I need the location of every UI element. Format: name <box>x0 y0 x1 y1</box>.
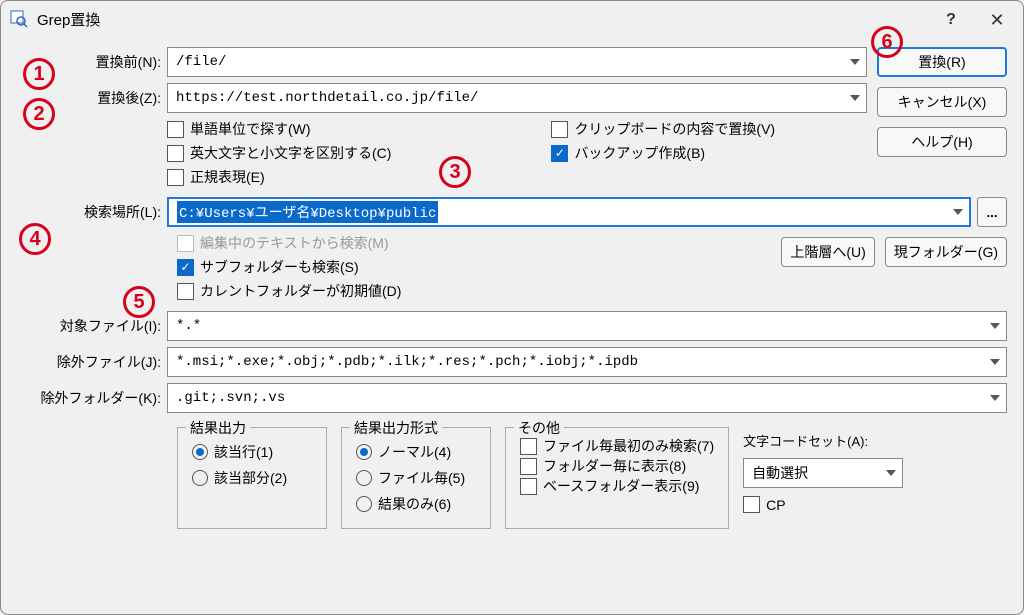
annotation-3: 3 <box>439 156 471 188</box>
label-target-file: 対象ファイル(I): <box>17 316 167 336</box>
legend-format: 結果出力形式 <box>350 418 442 438</box>
chk-clipboard-label: クリップボードの内容で置換(V) <box>574 119 775 139</box>
radio-format-normal[interactable]: ノーマル(4) <box>356 442 476 462</box>
charset-label: 文字コードセット(A): <box>743 431 903 450</box>
close-icon[interactable]: ✕ <box>975 5 1019 35</box>
annotation-4: 4 <box>19 223 51 255</box>
fieldset-other: その他 ファイル毎最初のみ検索(7) フォルダー毎に表示(8) ベースフォルダー… <box>505 427 729 529</box>
radio-format-perfile[interactable]: ファイル毎(5) <box>356 468 476 488</box>
chk-case-label: 英大文字と小文字を区別する(C) <box>190 143 391 163</box>
chk-clipboard[interactable]: クリップボードの内容で置換(V) <box>551 119 775 139</box>
browse-button[interactable]: ... <box>977 197 1007 227</box>
cur-dir-button[interactable]: 現フォルダー(G) <box>885 237 1007 267</box>
radio-output-part[interactable]: 該当部分(2) <box>192 468 312 488</box>
radio-output-line[interactable]: 該当行(1) <box>192 442 312 462</box>
window-controls: ? ✕ <box>929 5 1019 35</box>
label-exclude-folder: 除外フォルダー(K): <box>17 388 167 408</box>
target-file-value: *.* <box>176 318 201 334</box>
chk-backup-label: バックアップ作成(B) <box>574 143 705 163</box>
label-location: 検索場所(L): <box>17 202 167 222</box>
app-icon <box>9 9 29 29</box>
annotation-6: 6 <box>871 26 903 58</box>
legend-other: その他 <box>514 418 564 438</box>
annotation-5: 5 <box>123 286 155 318</box>
chevron-down-icon <box>990 359 1000 365</box>
charset-value: 自動選択 <box>752 463 808 483</box>
chevron-down-icon <box>886 470 896 476</box>
annotation-1: 1 <box>23 58 55 90</box>
chk-show-per-folder[interactable]: フォルダー毎に表示(8) <box>520 456 714 476</box>
annotation-2: 2 <box>23 98 55 130</box>
titlebar: Grep置換 <box>1 1 1023 37</box>
before-combo[interactable]: /file/ <box>167 47 867 77</box>
chevron-down-icon <box>850 59 860 65</box>
chk-word-unit-label: 単語単位で探す(W) <box>190 119 311 139</box>
content: 置換前(N): /file/ 置換後(Z): https://test.nort… <box>1 37 1023 541</box>
chk-subfolder-label: サブフォルダーも検索(S) <box>200 257 359 277</box>
chk-backup[interactable]: ✓バックアップ作成(B) <box>551 143 775 163</box>
chk-regex-label: 正規表現(E) <box>190 167 265 187</box>
chevron-down-icon <box>953 209 963 215</box>
cancel-button[interactable]: キャンセル(X) <box>877 87 1007 117</box>
charset-select[interactable]: 自動選択 <box>743 458 903 488</box>
chk-case[interactable]: 英大文字と小文字を区別する(C) <box>167 143 391 163</box>
chk-first-only[interactable]: ファイル毎最初のみ検索(7) <box>520 436 714 456</box>
exclude-file-value: *.msi;*.exe;*.obj;*.pdb;*.ilk;*.res;*.pc… <box>176 354 638 370</box>
radio-format-resultonly[interactable]: 結果のみ(6) <box>356 494 476 514</box>
charset-block: 文字コードセット(A): 自動選択 CP <box>743 427 903 529</box>
help-button[interactable]: ヘルプ(H) <box>877 127 1007 157</box>
up-dir-button[interactable]: 上階層へ(U) <box>781 237 874 267</box>
chk-subfolder[interactable]: ✓サブフォルダーも検索(S) <box>177 257 401 277</box>
chevron-down-icon <box>990 395 1000 401</box>
after-value: https://test.northdetail.co.jp/file/ <box>176 90 478 106</box>
target-file-combo[interactable]: *.* <box>167 311 1007 341</box>
help-icon[interactable]: ? <box>929 5 973 35</box>
chevron-down-icon <box>990 323 1000 329</box>
chk-cp[interactable]: CP <box>743 496 903 513</box>
chk-from-editing-label: 編集中のテキストから検索(M) <box>200 233 389 253</box>
before-value: /file/ <box>176 54 226 70</box>
window-title: Grep置換 <box>37 9 100 30</box>
fieldset-format: 結果出力形式 ノーマル(4) ファイル毎(5) 結果のみ(6) <box>341 427 491 529</box>
dialog-window: Grep置換 ? ✕ 1 2 3 4 5 6 置換前(N): /file/ <box>0 0 1024 615</box>
exclude-folder-combo[interactable]: .git;.svn;.vs <box>167 383 1007 413</box>
legend-output: 結果出力 <box>186 418 250 438</box>
chk-show-basefolder[interactable]: ベースフォルダー表示(9) <box>520 476 714 496</box>
after-combo[interactable]: https://test.northdetail.co.jp/file/ <box>167 83 867 113</box>
location-value: C:¥Users¥ユーザ名¥Desktop¥public <box>177 201 438 223</box>
chk-from-editing: 編集中のテキストから検索(M) <box>177 233 401 253</box>
exclude-file-combo[interactable]: *.msi;*.exe;*.obj;*.pdb;*.ilk;*.res;*.pc… <box>167 347 1007 377</box>
chk-current-default[interactable]: カレントフォルダーが初期値(D) <box>177 281 401 301</box>
location-combo[interactable]: C:¥Users¥ユーザ名¥Desktop¥public <box>167 197 971 227</box>
chk-current-default-label: カレントフォルダーが初期値(D) <box>200 281 401 301</box>
chevron-down-icon <box>850 95 860 101</box>
chk-regex[interactable]: 正規表現(E) <box>167 167 391 187</box>
exclude-folder-value: .git;.svn;.vs <box>176 390 285 406</box>
fieldset-output: 結果出力 該当行(1) 該当部分(2) <box>177 427 327 529</box>
label-exclude-file: 除外ファイル(J): <box>17 352 167 372</box>
chk-word-unit[interactable]: 単語単位で探す(W) <box>167 119 391 139</box>
